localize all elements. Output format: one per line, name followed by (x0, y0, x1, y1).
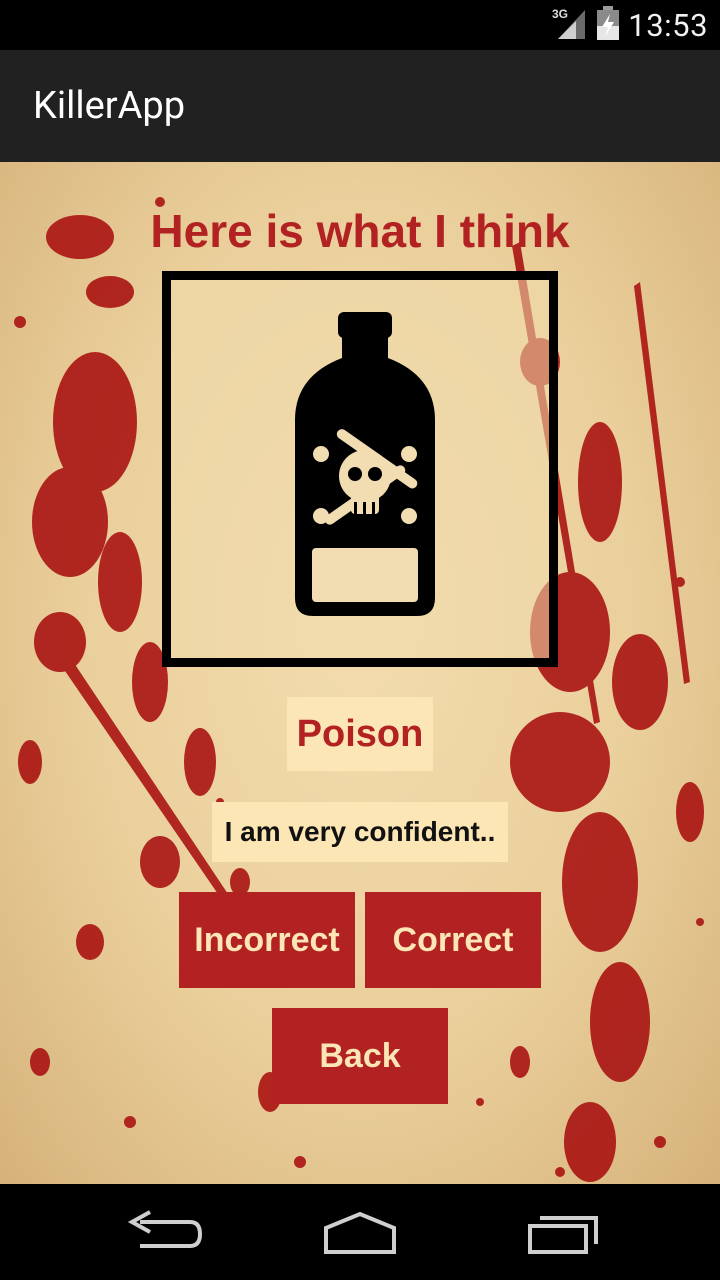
status-bar: 3G 13:53 (0, 0, 720, 50)
status-icons: 3G 13:53 (552, 6, 708, 44)
correct-button[interactable]: Correct (365, 892, 541, 988)
app-title: KillerApp (33, 84, 186, 128)
status-clock: 13:53 (628, 6, 708, 44)
nav-back-button[interactable] (110, 1202, 210, 1262)
signal-3g-icon: 3G (552, 6, 588, 44)
confidence-label: I am very confident.. (212, 802, 508, 862)
incorrect-button[interactable]: Incorrect (179, 892, 355, 988)
nav-home-button[interactable] (310, 1202, 410, 1262)
poison-bottle-icon (295, 312, 435, 616)
battery-icon (596, 6, 620, 44)
navigation-bar (0, 1184, 720, 1280)
recents-icon (528, 1216, 598, 1254)
home-icon (324, 1211, 396, 1254)
main-content: Here is what I think Poison I am very co… (0, 162, 720, 1184)
action-bar: KillerApp (0, 50, 720, 162)
nav-recents-button[interactable] (512, 1202, 612, 1262)
network-type-label: 3G (552, 7, 568, 21)
page-headline: Here is what I think (150, 205, 570, 257)
prediction-result-label: Poison (287, 697, 433, 771)
prediction-image-frame (162, 271, 558, 667)
back-button[interactable]: Back (272, 1008, 448, 1104)
back-arrow-icon (127, 1210, 203, 1248)
